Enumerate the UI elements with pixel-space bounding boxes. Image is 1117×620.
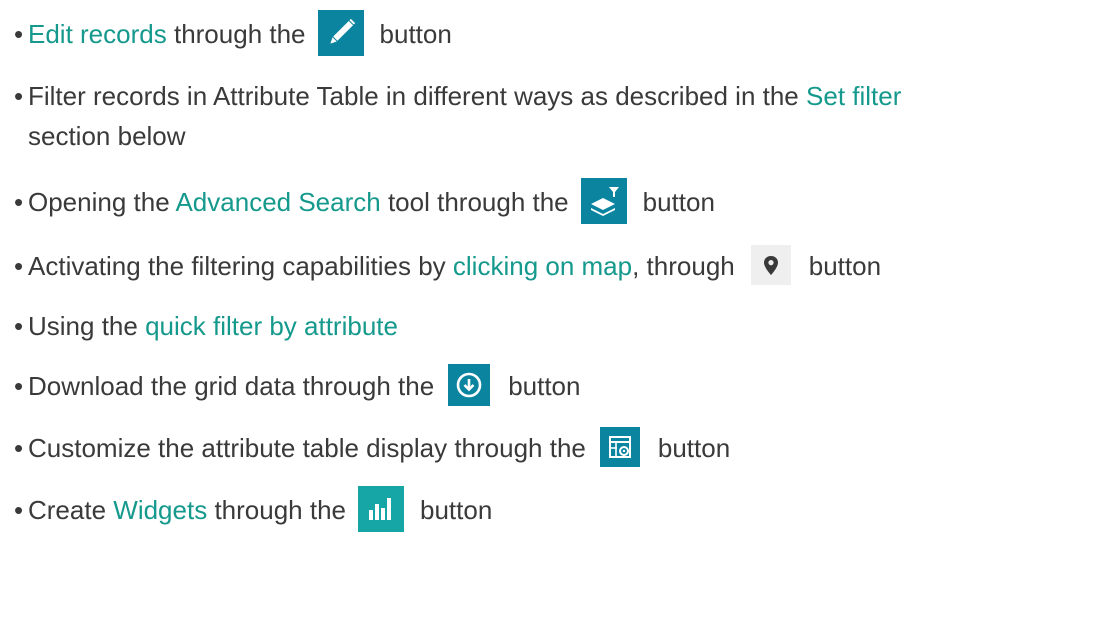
item-text: Download the grid data through the — [28, 371, 435, 401]
item-text: Activating the filtering capabilities by — [28, 251, 446, 281]
item-text: button — [657, 433, 731, 463]
list-item-download: • Download the grid data through the butt… — [14, 364, 1117, 407]
advanced-search-link[interactable]: Advanced Search — [175, 187, 380, 217]
list-item-widgets: • Create Widgets through the button — [14, 486, 1117, 533]
quick-filter-link[interactable]: quick filter by attribute — [145, 311, 398, 341]
table-settings-icon — [608, 436, 631, 459]
download-button[interactable] — [448, 364, 491, 407]
edit-button[interactable] — [317, 10, 364, 57]
set-filter-link[interactable]: Set filter — [806, 81, 901, 111]
item-text: button — [642, 187, 715, 217]
bullet: • — [14, 495, 24, 525]
bullet: • — [14, 311, 24, 341]
advanced-search-button[interactable] — [580, 178, 627, 225]
bullet: • — [14, 187, 24, 217]
list-item-quick-filter: • Using the quick filter by attribute — [14, 306, 1117, 346]
item-text: , through — [632, 251, 735, 281]
item-text: through the — [173, 19, 306, 49]
item-text: Filter records in Attribute Table in dif… — [28, 81, 799, 111]
filter-by-map-button[interactable] — [750, 245, 791, 286]
widgets-button[interactable] — [358, 486, 404, 533]
item-text: button — [420, 495, 493, 525]
item-text: through the — [214, 495, 346, 525]
bullet: • — [14, 81, 24, 111]
pencil-icon — [329, 18, 355, 44]
bullet: • — [14, 19, 24, 49]
clicking-on-map-link[interactable]: clicking on map — [453, 251, 632, 281]
advanced-search-icon — [590, 187, 619, 217]
item-text: Opening the — [28, 187, 170, 217]
edit-records-link[interactable]: Edit records — [28, 19, 167, 49]
download-icon — [456, 372, 482, 398]
item-text: button — [808, 251, 882, 281]
customize-table-button[interactable] — [599, 427, 640, 468]
list-item-click-on-map: • Activating the filtering capabilities b… — [14, 245, 1117, 286]
list-item-edit-records: • Edit records through the button — [14, 10, 1117, 57]
item-text: button — [379, 19, 452, 49]
document-page: • Edit records through the button • Filter… — [0, 0, 1117, 620]
map-marker-icon — [763, 256, 778, 276]
widgets-link[interactable]: Widgets — [113, 495, 207, 525]
item-text-continued: section below — [28, 121, 186, 151]
item-text: button — [508, 371, 581, 401]
widgets-chart-icon — [369, 498, 391, 521]
item-text: Customize the attribute table display th… — [28, 433, 586, 463]
bullet: • — [14, 251, 24, 281]
item-text: tool through the — [387, 187, 569, 217]
item-text: Create — [28, 495, 107, 525]
bullet: • — [14, 371, 24, 401]
item-text: Using the — [28, 311, 138, 341]
list-item-filter-records: • Filter records in Attribute Table in di… — [14, 76, 1117, 156]
list-item-advanced-search: • Opening the Advanced Search tool throug… — [14, 178, 1117, 225]
list-item-customize-table: • Customize the attribute table display t… — [14, 427, 1117, 468]
bullet: • — [14, 433, 24, 463]
